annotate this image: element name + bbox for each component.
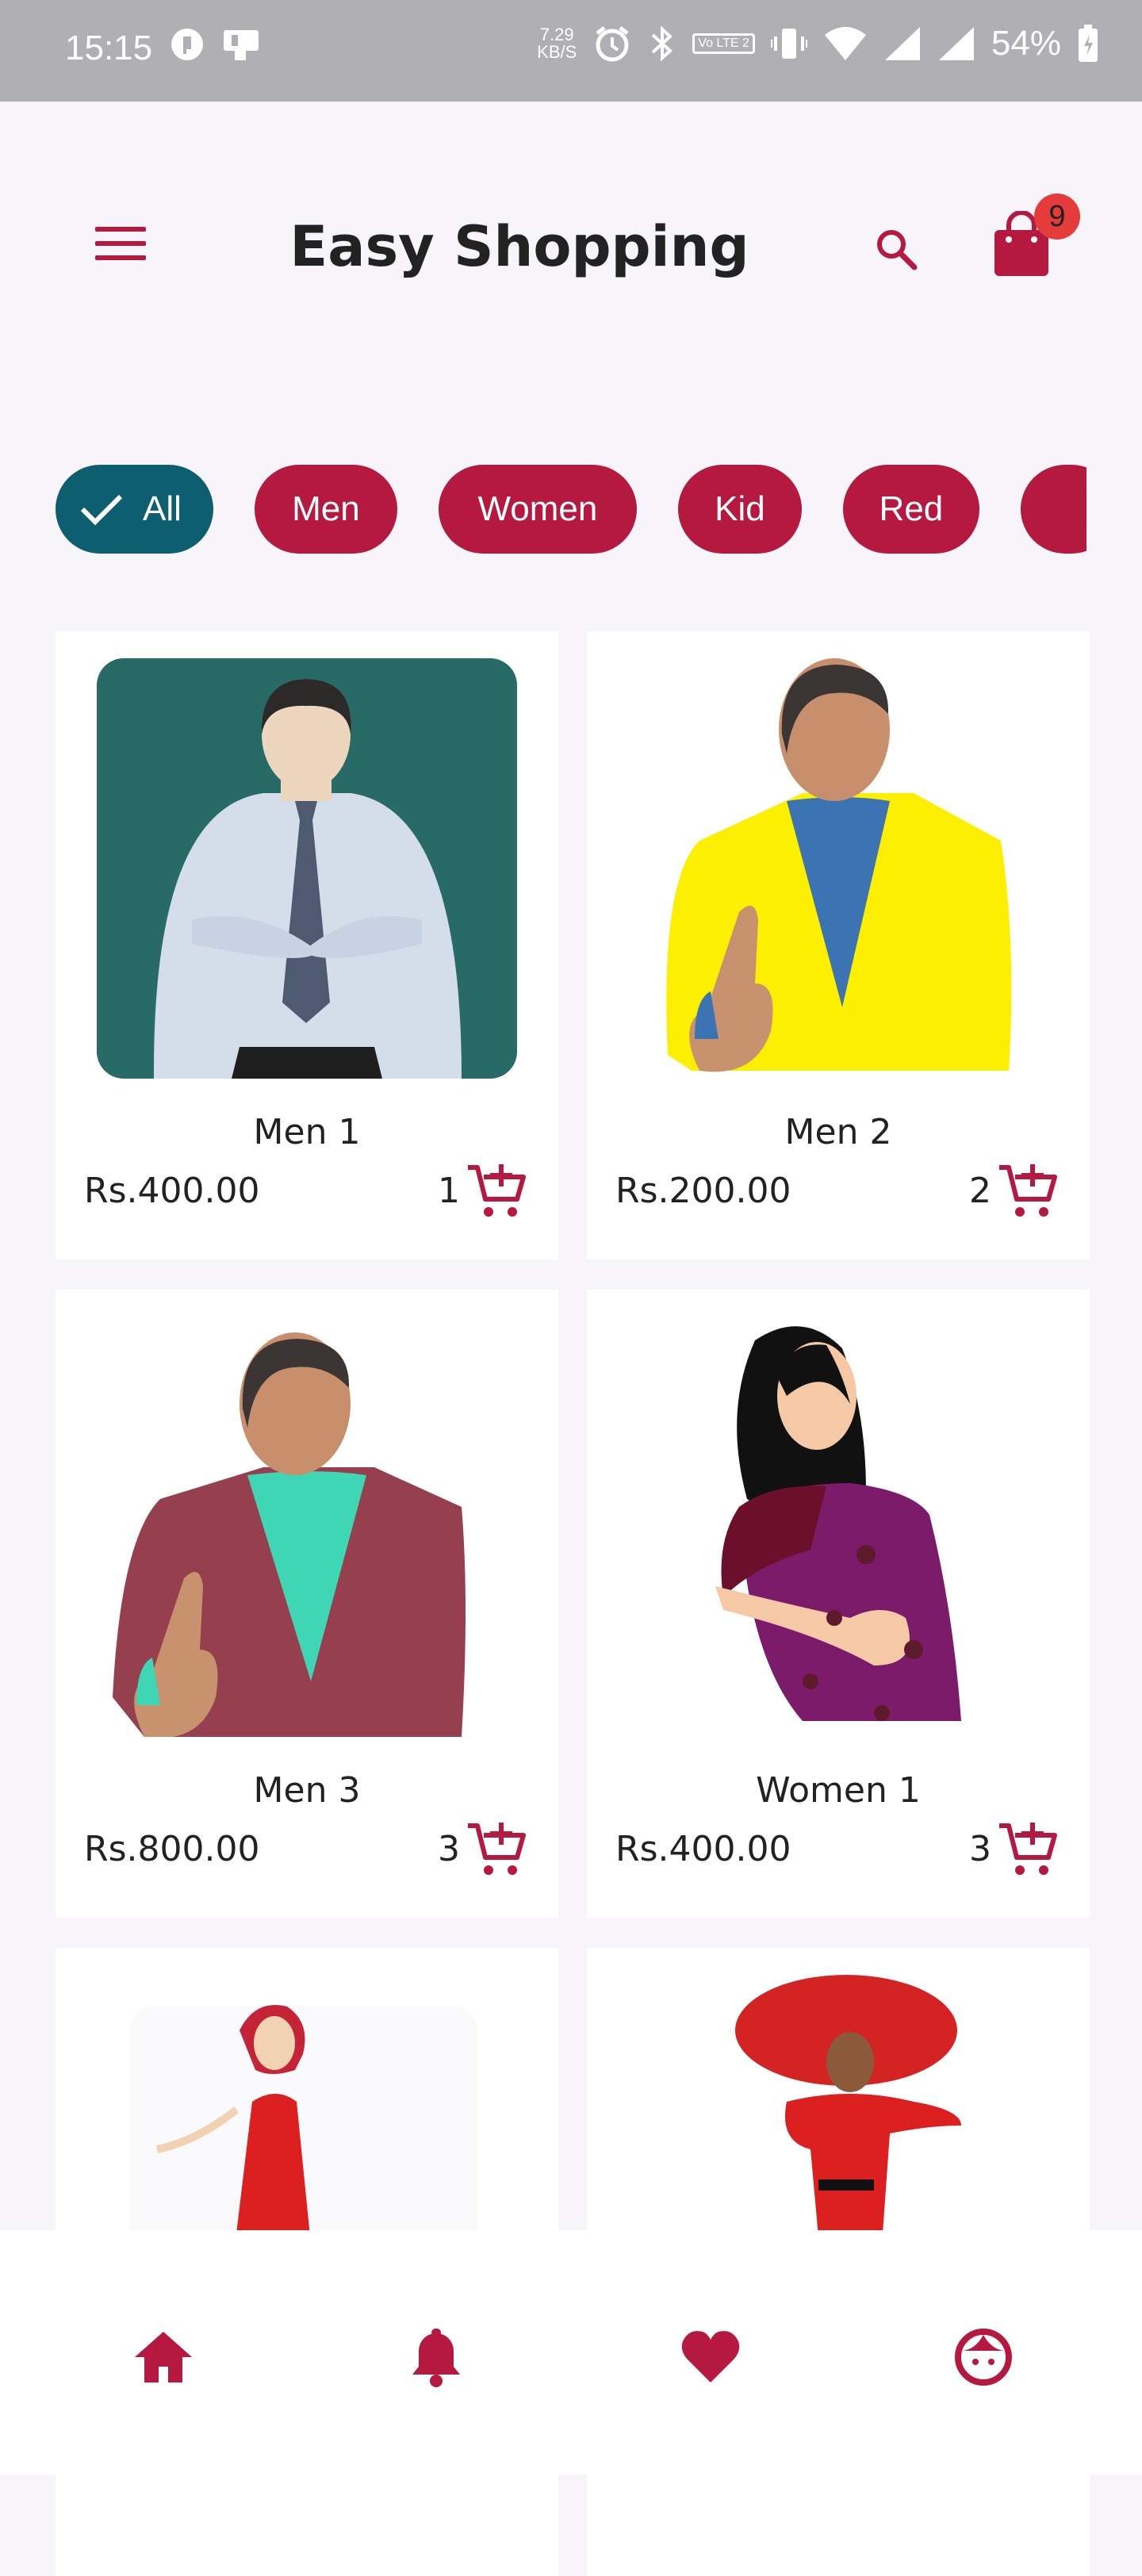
product-price: Rs.400.00: [615, 1829, 791, 1869]
filter-chip-red[interactable]: Red: [842, 465, 979, 554]
filter-chip-partial[interactable]: [1020, 465, 1086, 554]
product-card[interactable]: Women 1 Rs.400.00 3: [587, 1290, 1090, 1918]
product-quantity: 3: [969, 1829, 991, 1869]
volte-indicator: Vo LTE 2: [692, 33, 755, 54]
filter-chip-men[interactable]: Men: [254, 465, 397, 554]
category-filter-bar: All Men Women Kid Red: [56, 465, 1086, 557]
filter-chip-label: Men: [292, 489, 360, 528]
battery-charging-icon: [1079, 25, 1098, 62]
bottom-navigation: [0, 2230, 1142, 2474]
signal-2-icon: [938, 27, 974, 60]
signal-icon: [884, 27, 920, 60]
add-cart-icon[interactable]: [998, 1819, 1058, 1880]
alarm-icon: [596, 26, 629, 62]
search-icon[interactable]: [872, 225, 920, 273]
product-card[interactable]: Men 3 Rs.800.00 3: [56, 1290, 558, 1918]
network-speed: 7.29 KB/S: [537, 26, 577, 61]
product-card[interactable]: Men 2 Rs.200.00 2: [587, 631, 1090, 1259]
filter-chip-label: Kid: [715, 489, 765, 528]
product-name: Women 1: [756, 1770, 921, 1811]
screen-notification-icon: [224, 30, 259, 60]
product-name: Men 3: [253, 1770, 361, 1811]
check-icon: [80, 494, 123, 526]
product-quantity: 1: [438, 1171, 460, 1211]
wifi-icon: [824, 27, 866, 60]
filter-chip-kid[interactable]: Kid: [677, 465, 802, 554]
bell-icon[interactable]: [404, 2325, 468, 2389]
network-speed-value: 7.29: [539, 25, 574, 44]
filter-chip-women[interactable]: Women: [438, 465, 637, 554]
add-cart-icon[interactable]: [466, 1161, 527, 1221]
status-right-icons: 7.29 KB/S Vo LTE 2 54%: [537, 24, 1099, 63]
product-name: Men 2: [784, 1112, 892, 1152]
status-bar: 15:15 7.29 KB/S Vo LTE 2 54%: [0, 0, 1142, 102]
status-time: 15:15: [65, 29, 153, 67]
product-price: Rs.200.00: [615, 1171, 791, 1211]
battery-percent: 54%: [991, 24, 1061, 63]
cart-count-badge: 9: [1034, 194, 1080, 240]
product-image: [666, 658, 1012, 1072]
status-notification-icons: [170, 27, 262, 62]
product-quantity: 2: [969, 1171, 991, 1211]
product-name: Men 1: [253, 1112, 361, 1152]
product-price: Rs.400.00: [84, 1171, 260, 1211]
app-notification-icon: [171, 29, 203, 60]
home-icon[interactable]: [132, 2325, 195, 2389]
filter-chip-label: All: [143, 489, 182, 528]
face-icon[interactable]: [952, 2325, 1015, 2389]
heart-icon[interactable]: [679, 2325, 742, 2389]
product-image: [97, 658, 517, 1079]
product-card[interactable]: Men 1 Rs.400.00 1: [56, 631, 558, 1259]
add-cart-icon[interactable]: [466, 1819, 527, 1880]
product-quantity: 3: [438, 1829, 460, 1869]
filter-chip-label: Women: [477, 489, 598, 528]
product-price: Rs.800.00: [84, 1829, 260, 1869]
filter-chip-label: Red: [879, 489, 944, 528]
filter-chip-all[interactable]: All: [56, 465, 213, 554]
vibrate-icon: [770, 29, 807, 59]
product-image: [715, 1326, 961, 1721]
product-image: [113, 1332, 466, 1737]
bluetooth-icon: [651, 25, 673, 62]
network-speed-unit: KB/S: [537, 42, 577, 62]
add-cart-icon[interactable]: [998, 1161, 1058, 1221]
